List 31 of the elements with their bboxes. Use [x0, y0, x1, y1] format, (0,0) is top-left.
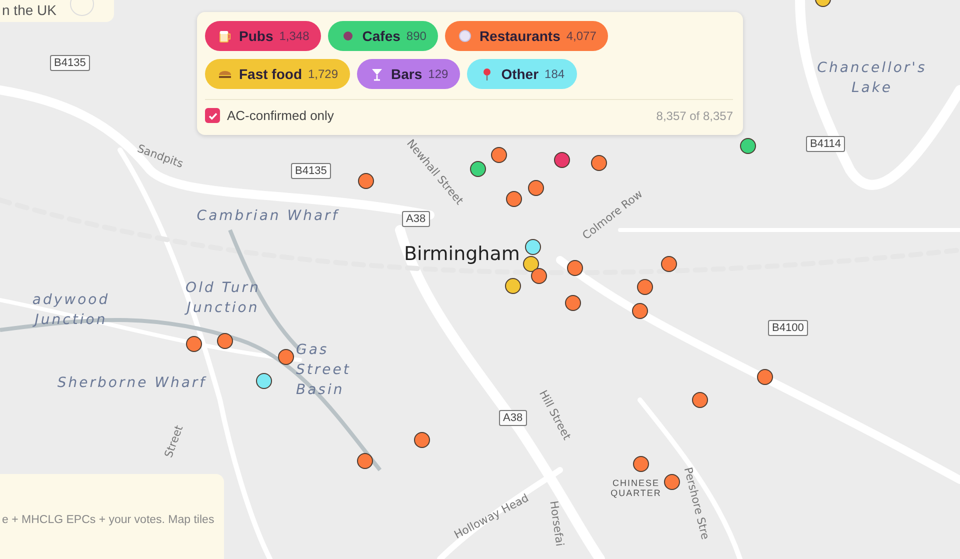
waterway-label: Old Turn Junction — [184, 279, 262, 318]
plate-icon — [457, 28, 474, 44]
category-filter-chip[interactable]: Fast food 1,729 — [205, 59, 350, 89]
waterway-label: Cambrian Wharf — [196, 207, 340, 226]
result-count: 8,357 of 8,357 — [656, 108, 733, 122]
category-filter-chip[interactable]: Restaurants 4,077 — [445, 21, 608, 51]
road-number-label: B4135 — [50, 55, 90, 71]
road-number-label: B4135 — [291, 163, 331, 179]
street-label: Horsefai — [547, 500, 566, 548]
district-label: CHINESE QUARTER — [610, 478, 662, 498]
category-filter-chip[interactable]: Other 184 — [467, 59, 577, 89]
road-number-label: A38 — [402, 211, 430, 227]
category-filter-chip[interactable]: Pubs 1,348 — [205, 21, 322, 51]
beer-mug-icon — [217, 28, 233, 44]
waterway-label: Gas Street Basin — [296, 341, 352, 400]
checkmark-icon — [208, 110, 218, 120]
waterway-label: Chancellor's Lake — [816, 59, 928, 98]
street-label: Pershore Stre — [681, 466, 712, 541]
road-number-label: A38 — [499, 410, 527, 426]
city-label: Birmingham — [404, 243, 520, 265]
checkbox[interactable] — [205, 108, 220, 123]
street-label: Street — [162, 424, 186, 460]
category-filter-chip[interactable]: Bars 129 — [357, 59, 460, 89]
road-number-label: B4100 — [768, 320, 808, 336]
waterway-label: Sherborne Wharf — [57, 374, 207, 393]
attribution-text: e + MHCLG EPCs + your votes. Map tiles — [2, 514, 216, 526]
waterway-label: adywood Junction — [31, 291, 111, 330]
category-filter-chip[interactable]: Cafes 890 — [328, 21, 438, 51]
panel-text: n the UK — [2, 2, 56, 18]
checkbox-label[interactable]: AC-confirmed only — [227, 108, 334, 123]
road-number-label: B4114 — [806, 136, 845, 152]
